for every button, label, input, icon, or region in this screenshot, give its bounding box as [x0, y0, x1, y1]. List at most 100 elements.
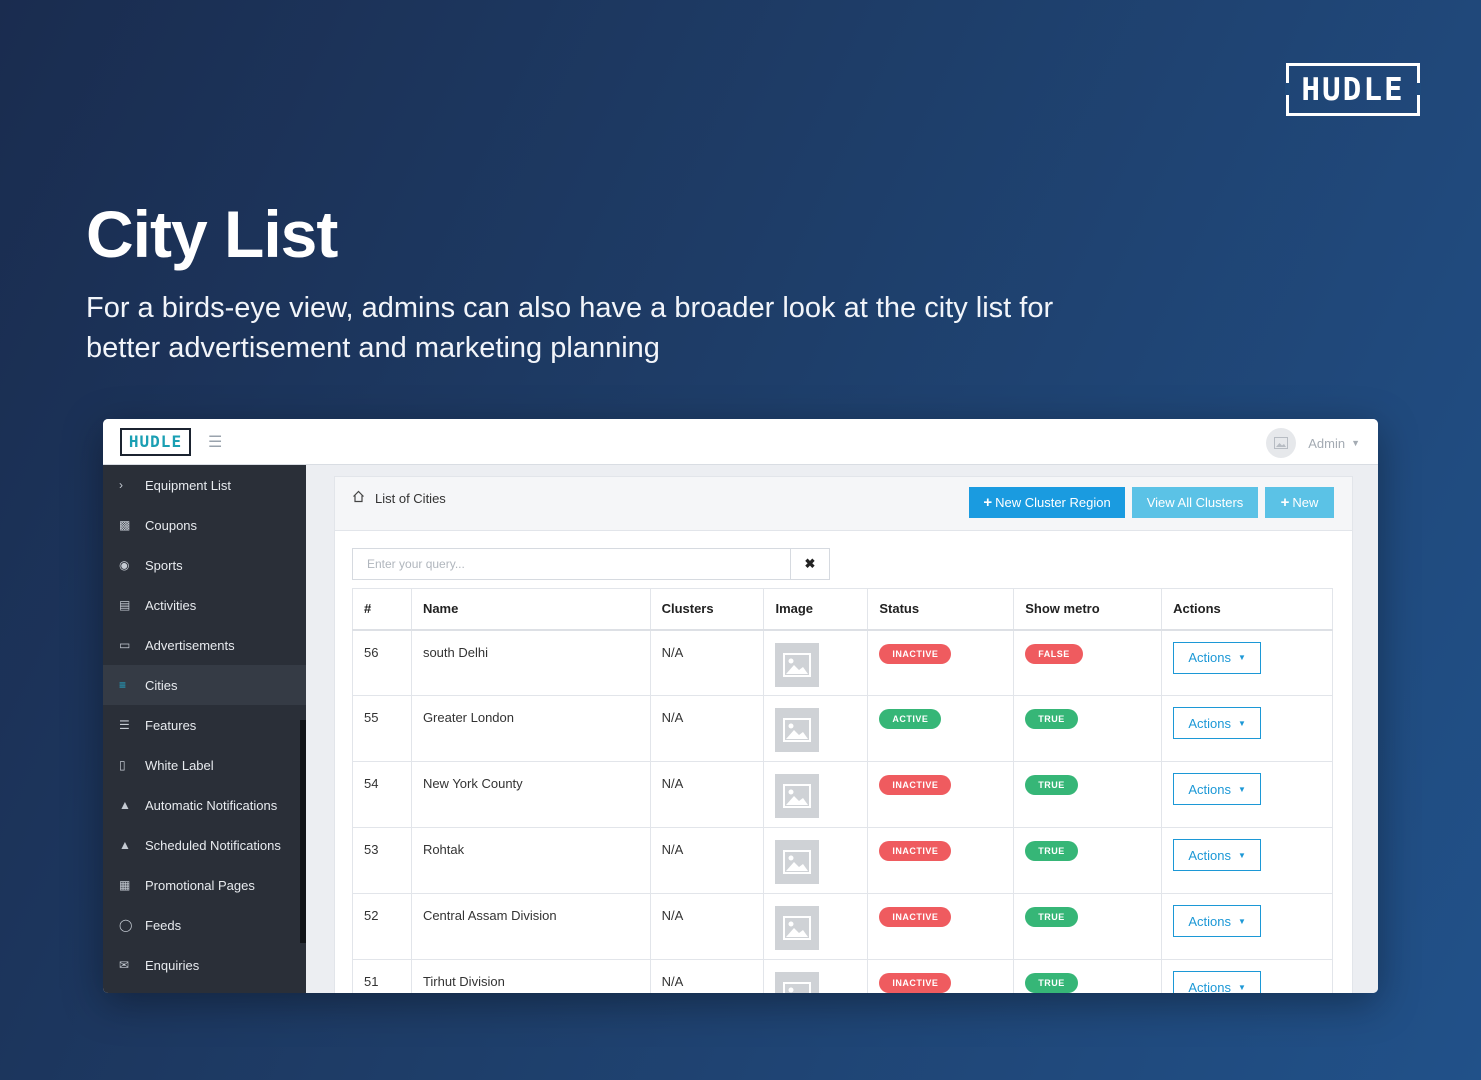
new-cluster-region-label: New Cluster Region [995, 495, 1111, 510]
sidebar-item-white-label[interactable]: ▯ White Label [103, 745, 306, 785]
search-input[interactable] [352, 548, 791, 580]
city-name: Central Assam Division [422, 908, 557, 923]
sidebar-item-automatic-notifications[interactable]: ▲ Automatic Notifications [103, 785, 306, 825]
new-city-label: New [1292, 495, 1319, 510]
document-icon: ▤ [119, 598, 131, 612]
actions-cell: Actions ▼ [1161, 827, 1333, 894]
sidebar-item-enquiries[interactable]: ✉ Enquiries [103, 945, 306, 985]
hero-subtitle: For a birds-eye view, admins can also ha… [86, 292, 1054, 364]
sidebar-item-cities[interactable]: ≡ Cities [103, 665, 306, 705]
city-id-cell: 54 [352, 761, 412, 828]
city-id: 55 [364, 710, 379, 725]
plus-icon: + [1280, 494, 1290, 511]
sidebar: › Equipment List ▩ Coupons ◉ Sports ▤ Activitie… [103, 465, 306, 993]
sidebar-item-equipment-list[interactable]: › Equipment List [103, 465, 306, 505]
sidebar-item-features[interactable]: ☰ Features [103, 705, 306, 745]
actions-label: Actions [1188, 979, 1231, 994]
chevron-down-icon: ▼ [1237, 718, 1246, 728]
breadcrumb-label: List of Cities [375, 490, 446, 506]
cities-table: # Name Clusters Image Status Show metro Action… [352, 588, 1333, 993]
sidebar-item-feeds[interactable]: ◯ Feeds [103, 905, 306, 945]
sidebar-item-label: White Label [145, 757, 214, 773]
show-metro-cell: TRUE [1013, 827, 1163, 894]
image-cell [763, 629, 869, 696]
gift-icon: ▩ [119, 518, 131, 532]
avatar [1266, 428, 1297, 458]
image-placeholder-icon [775, 840, 820, 884]
column-header: Actions [1161, 588, 1333, 631]
view-all-clusters-button[interactable]: View All Clusters [1132, 487, 1258, 518]
image-cell [763, 761, 869, 828]
sidebar-item-activities[interactable]: ▤ Activities [103, 585, 306, 625]
sidebar-item-scheduled-notifications[interactable]: ▲ Scheduled Notifications [103, 825, 306, 865]
home-icon[interactable] [352, 490, 365, 506]
actions-dropdown-button[interactable]: Actions ▼ [1173, 707, 1262, 739]
column-header: Clusters [649, 588, 765, 631]
sidebar-item-promotional-pages[interactable]: ▦ Promotional Pages [103, 865, 306, 905]
chevron-down-icon: ▼ [1237, 850, 1246, 860]
trophy-icon: ◉ [119, 558, 130, 572]
city-name-cell: south Delhi [410, 629, 651, 696]
clusters-value: N/A [661, 776, 684, 791]
new-cluster-region-button[interactable]: + New Cluster Region [969, 487, 1125, 518]
mobile-icon: ▯ [119, 758, 126, 772]
sidebar-item-advertisements[interactable]: ▭ Advertisements [103, 625, 306, 665]
show-metro-badge: TRUE [1025, 907, 1078, 927]
new-city-button[interactable]: + New [1265, 487, 1334, 518]
brand-logo: HUDLE [1285, 63, 1421, 116]
city-id-cell: 51 [352, 959, 412, 993]
show-metro-badge: TRUE [1025, 775, 1078, 795]
table-row: 56 south Delhi N/A INACTIVE FALSE Actions ▼ [352, 629, 1333, 696]
image-placeholder-icon [775, 642, 820, 687]
actions-dropdown-button[interactable]: Actions ▼ [1173, 971, 1262, 994]
image-placeholder-icon [775, 972, 820, 993]
actions-dropdown-button[interactable]: Actions ▼ [1173, 839, 1262, 871]
bell-icon: ▲ [119, 798, 131, 812]
table-row: 55 Greater London N/A ACTIVE TRUE Actions ▼ [352, 695, 1333, 762]
table-row: 52 Central Assam Division N/A INACTIVE TRUE A… [352, 893, 1333, 960]
app-logo[interactable]: HUDLE [120, 427, 191, 456]
actions-dropdown-button[interactable]: Actions ▼ [1173, 641, 1262, 674]
city-id-cell: 53 [352, 827, 412, 894]
column-header: Name [410, 588, 651, 631]
sidebar-item-label: Cities [145, 677, 178, 693]
menu-toggle-icon[interactable]: ☰ [208, 432, 222, 452]
app-logo-text: HUDLE [128, 432, 183, 451]
status-badge: INACTIVE [879, 775, 952, 795]
status-cell: ACTIVE [867, 695, 1015, 762]
column-header: Show metro [1013, 588, 1163, 631]
monitor-icon: ▭ [119, 638, 131, 652]
chevron-down-icon: ▼ [1237, 916, 1246, 926]
city-id: 52 [364, 908, 379, 923]
sidebar-item-label: Features [145, 717, 197, 733]
show-metro-badge: TRUE [1025, 709, 1078, 729]
chevron-down-icon: ▼ [1351, 438, 1360, 448]
view-all-clusters-label: View All Clusters [1146, 495, 1244, 510]
cities-panel: List of Cities + New Cluster Region View … [334, 476, 1353, 993]
clusters-value: N/A [661, 842, 684, 857]
status-cell: INACTIVE [867, 629, 1015, 696]
show-metro-cell: TRUE [1013, 761, 1163, 828]
table-row: 53 Rohtak N/A INACTIVE TRUE Actions ▼ [352, 827, 1333, 894]
table-row: 51 Tirhut Division N/A INACTIVE TRUE Actions ▼ [352, 959, 1333, 994]
status-cell: INACTIVE [867, 959, 1015, 993]
city-name: Rohtak [422, 842, 465, 857]
main-content: List of Cities + New Cluster Region View … [306, 465, 1378, 993]
clear-search-button[interactable]: ✖ [791, 548, 830, 580]
user-menu[interactable]: Admin ▼ [1266, 428, 1360, 458]
table-header-row: # Name Clusters Image Status Show metro Action… [352, 588, 1333, 631]
city-id-cell: 56 [352, 629, 412, 696]
clusters-cell: N/A [649, 629, 765, 696]
actions-dropdown-button[interactable]: Actions ▼ [1173, 773, 1262, 805]
column-header: Image [763, 588, 869, 631]
status-badge: INACTIVE [879, 907, 952, 927]
sidebar-item-sports[interactable]: ◉ Sports [103, 545, 306, 585]
search-bar: ✖ [352, 548, 830, 580]
city-name: Tirhut Division [422, 974, 505, 989]
actions-cell: Actions ▼ [1161, 629, 1333, 696]
actions-dropdown-button[interactable]: Actions ▼ [1173, 905, 1262, 937]
show-metro-badge: FALSE [1025, 643, 1083, 664]
app-window: HUDLE ☰ Admin ▼ › Equipment List ▩ Coupons ◉… [103, 419, 1378, 993]
image-placeholder-icon [775, 708, 820, 752]
sidebar-item-coupons[interactable]: ▩ Coupons [103, 505, 306, 545]
